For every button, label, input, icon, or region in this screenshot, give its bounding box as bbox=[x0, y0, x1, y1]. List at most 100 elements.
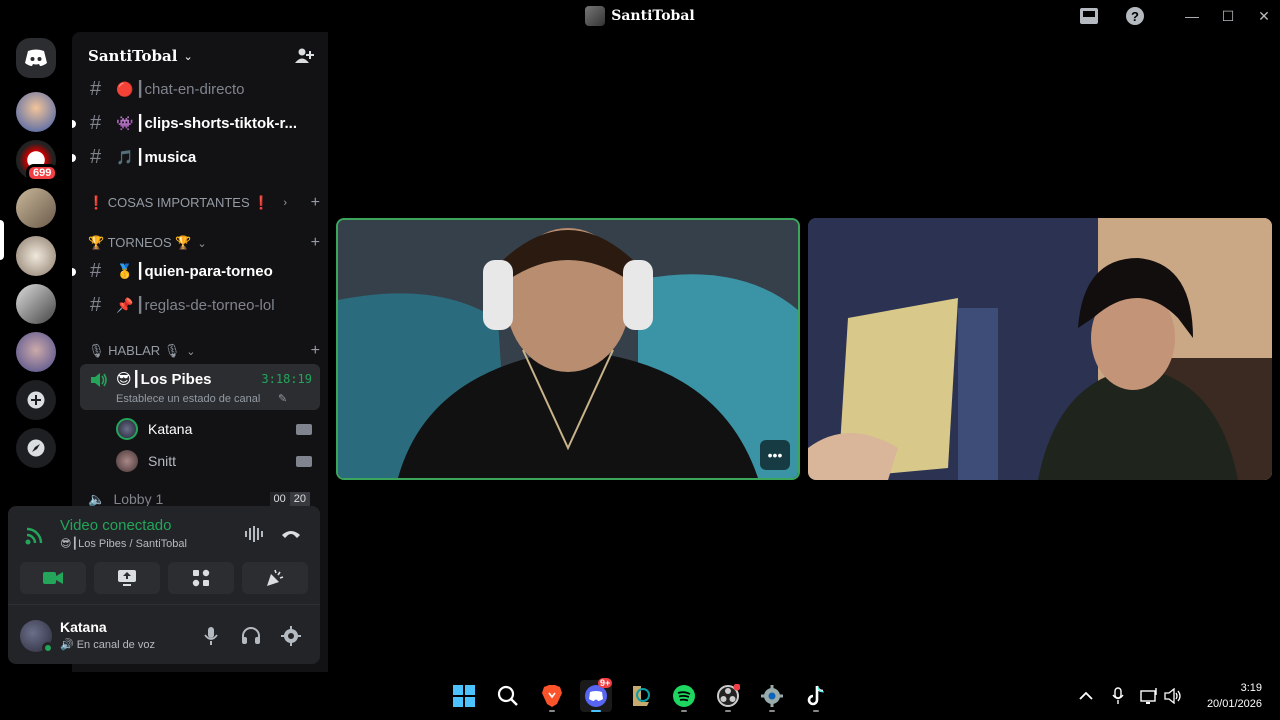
voice-timer: 3:18:19 bbox=[261, 372, 312, 386]
text-channel[interactable]: # 🥇 ┃quien-para-torneo bbox=[80, 255, 320, 287]
hash-icon: # bbox=[90, 145, 102, 168]
connection-signal-icon[interactable] bbox=[24, 524, 46, 551]
noise-suppression-icon[interactable] bbox=[244, 526, 266, 547]
add-channel-icon[interactable]: + bbox=[311, 194, 320, 212]
running-indicator bbox=[681, 710, 687, 712]
user-limit-badge: 00 20 bbox=[269, 492, 310, 506]
tiktok-icon[interactable] bbox=[800, 680, 832, 712]
screen-share-button[interactable] bbox=[94, 562, 160, 594]
microphone-button[interactable] bbox=[199, 624, 223, 648]
spotify-icon[interactable] bbox=[668, 680, 700, 712]
settings-gear-icon[interactable] bbox=[756, 680, 788, 712]
system-clock[interactable]: 3:19 20/01/2026 bbox=[1207, 680, 1262, 712]
inbox-icon[interactable] bbox=[1077, 4, 1101, 28]
server-icon[interactable] bbox=[16, 284, 56, 324]
voice-channel-active[interactable]: 😎┃Los Pibes 3:18:19 Establece un estado … bbox=[80, 364, 320, 410]
voice-member[interactable]: Katana bbox=[116, 415, 320, 443]
league-of-legends-icon[interactable] bbox=[624, 680, 656, 712]
server-icon[interactable] bbox=[16, 236, 56, 276]
connection-location[interactable]: 😎┃Los Pibes / SantiTobal bbox=[60, 537, 187, 550]
headphones-button[interactable] bbox=[239, 624, 263, 648]
running-indicator bbox=[769, 710, 775, 712]
category-important[interactable]: ❗ COSAS IMPORTANTES ❗ › + bbox=[88, 191, 320, 215]
notification-badge: 9+ bbox=[598, 678, 613, 688]
divider bbox=[8, 604, 320, 605]
category-hablar[interactable]: 🎙 HABLAR 🎙 ⌄ + bbox=[88, 339, 320, 363]
soundboard-button[interactable] bbox=[242, 562, 308, 594]
taskbar: 9+ 3:19 20/01/2026 bbox=[0, 672, 1280, 720]
unread-indicator bbox=[72, 120, 76, 128]
speaker-icon: 🔊 bbox=[60, 639, 74, 651]
server-icon[interactable] bbox=[16, 92, 56, 132]
chevron-down-icon: ⌄ bbox=[183, 50, 193, 63]
close-button[interactable]: ✕ bbox=[1252, 4, 1276, 28]
hash-icon: # bbox=[90, 259, 102, 282]
video-tile-speaking[interactable]: ••• bbox=[336, 218, 800, 480]
microphone-icon[interactable] bbox=[1102, 680, 1134, 712]
hash-icon: # bbox=[90, 77, 102, 100]
status-indicator bbox=[42, 642, 54, 654]
speaker-icon bbox=[90, 372, 108, 393]
invite-user-icon[interactable] bbox=[294, 46, 314, 71]
text-channel[interactable]: # 📌 ┃reglas-de-torneo-lol bbox=[80, 289, 320, 321]
speaker-icon: 🔈 bbox=[88, 490, 106, 507]
add-channel-icon[interactable]: + bbox=[311, 342, 320, 360]
volume-icon[interactable] bbox=[1158, 680, 1190, 712]
discord-home-icon[interactable] bbox=[16, 38, 56, 78]
discover-icon[interactable] bbox=[16, 428, 56, 468]
brave-browser-icon[interactable] bbox=[536, 680, 568, 712]
selected-pill bbox=[0, 220, 4, 260]
chevron-down-icon: ⌄ bbox=[186, 345, 196, 358]
unread-indicator bbox=[72, 268, 76, 276]
video-stage: ••• bbox=[328, 32, 1280, 672]
channel-status[interactable]: Establece un estado de canal bbox=[116, 393, 260, 405]
user-status: 🔊 En canal de voz bbox=[60, 639, 155, 651]
active-indicator bbox=[591, 710, 601, 712]
more-options-button[interactable]: ••• bbox=[760, 440, 790, 470]
connection-status[interactable]: Video conectado bbox=[60, 517, 171, 534]
voice-panel: Video conectado 😎┃Los Pibes / SantiTobal… bbox=[8, 506, 320, 664]
server-icon[interactable] bbox=[16, 188, 56, 228]
mention-badge: 699 bbox=[26, 164, 59, 182]
category-torneos[interactable]: 🏆 TORNEOS 🏆 ⌄ + bbox=[88, 231, 320, 255]
running-indicator bbox=[813, 710, 819, 712]
chevron-up-icon[interactable] bbox=[1070, 680, 1102, 712]
title-bar: SantiTobal ? — ☐ ✕ bbox=[0, 0, 1280, 32]
running-indicator bbox=[725, 710, 731, 712]
discord-taskbar-icon[interactable]: 9+ bbox=[580, 678, 613, 712]
text-channel[interactable]: # 👾 ┃clips-shorts-tiktok-r... bbox=[80, 107, 320, 139]
camera-button[interactable] bbox=[20, 562, 86, 594]
maximize-button[interactable]: ☐ bbox=[1216, 4, 1240, 28]
video-feed bbox=[338, 220, 798, 478]
text-channel[interactable]: # 🔴 ┃chat-en-directo bbox=[80, 73, 320, 105]
hash-icon: # bbox=[90, 293, 102, 316]
pencil-icon[interactable]: ✎ bbox=[278, 392, 287, 405]
obs-icon[interactable] bbox=[712, 680, 744, 712]
text-channel[interactable]: # 🎵 ┃musica bbox=[80, 141, 320, 173]
settings-gear-icon[interactable] bbox=[279, 624, 303, 648]
add-channel-icon[interactable]: + bbox=[311, 234, 320, 252]
svg-text:?: ? bbox=[1131, 9, 1139, 24]
voice-member[interactable]: Snitt bbox=[116, 447, 320, 475]
username[interactable]: Katana bbox=[60, 619, 107, 635]
minimize-button[interactable]: — bbox=[1180, 4, 1204, 28]
help-icon[interactable]: ? bbox=[1123, 4, 1147, 28]
video-feed bbox=[808, 218, 1272, 480]
guild-avatar-icon bbox=[585, 6, 606, 26]
avatar bbox=[116, 418, 138, 440]
search-icon[interactable] bbox=[492, 680, 524, 712]
activities-button[interactable] bbox=[168, 562, 234, 594]
camera-icon bbox=[296, 423, 312, 435]
avatar bbox=[116, 450, 138, 472]
server-icon[interactable] bbox=[16, 332, 56, 372]
video-tile[interactable] bbox=[808, 218, 1272, 480]
add-server-icon[interactable] bbox=[16, 380, 56, 420]
chevron-down-icon: ⌄ bbox=[197, 237, 207, 250]
chevron-right-icon: › bbox=[283, 197, 288, 209]
windows-start-icon[interactable] bbox=[448, 680, 480, 712]
unread-indicator bbox=[72, 154, 76, 162]
running-indicator bbox=[549, 710, 555, 712]
camera-icon bbox=[296, 455, 312, 467]
hash-icon: # bbox=[90, 111, 102, 134]
disconnect-icon[interactable] bbox=[280, 526, 302, 547]
